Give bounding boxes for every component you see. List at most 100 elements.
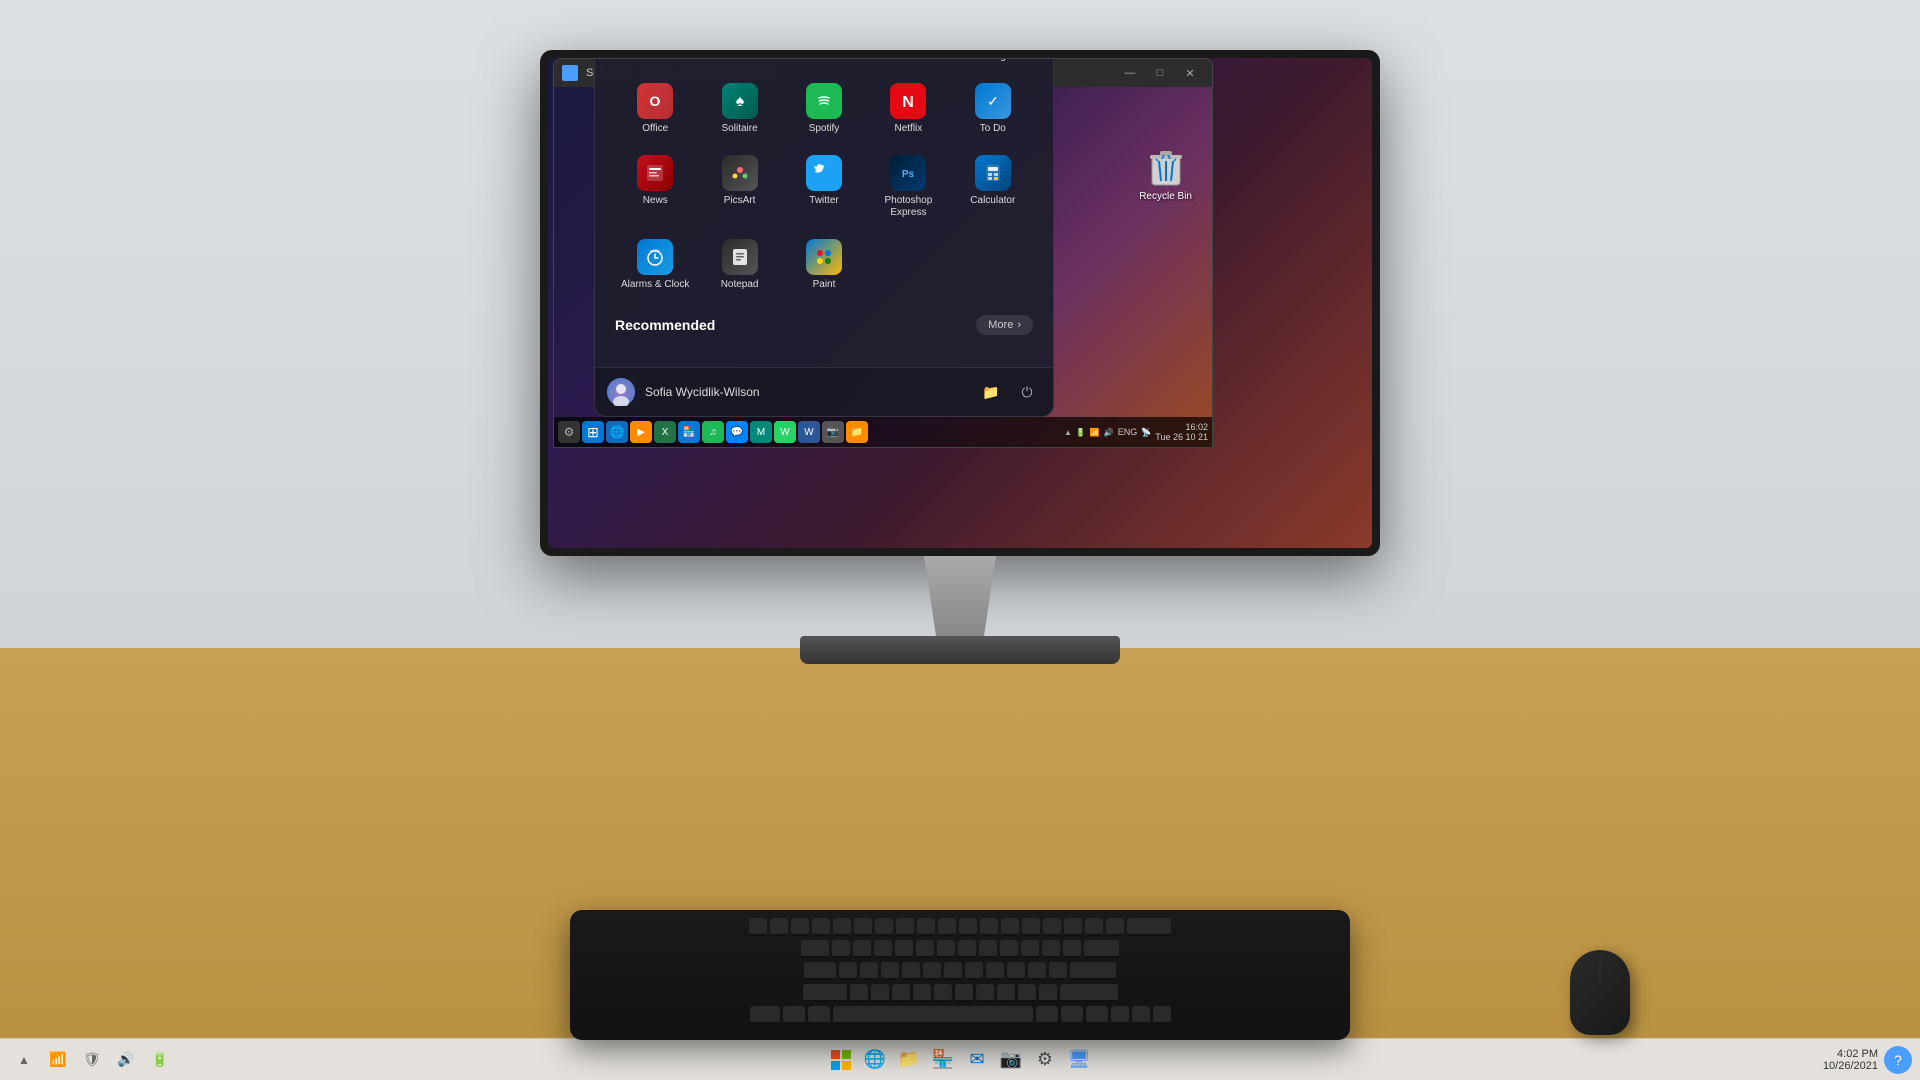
key	[1018, 984, 1036, 1002]
outer-taskbar-right: 4:02 PM 10/26/2021 ?	[1823, 1046, 1912, 1074]
more-button[interactable]: More ›	[976, 315, 1033, 335]
app-item-alarms[interactable]: Alarms & Clock	[615, 231, 695, 299]
key	[997, 984, 1015, 1002]
outer-tb-rdp[interactable]: 🖥	[1063, 1044, 1095, 1076]
key	[812, 918, 830, 936]
outer-tb-explorer[interactable]: 📁	[893, 1044, 925, 1076]
inner-tb-edge[interactable]: 🌐	[606, 421, 628, 443]
key	[917, 918, 935, 936]
app-label-spotify: Spotify	[809, 123, 840, 135]
start-menu-inner: Pinned All apps › Mail1Calendar🛍Microsof…	[595, 58, 1053, 367]
recycle-bin-label: Recycle Bin	[1139, 191, 1192, 202]
app-item-mail[interactable]: Mail	[615, 58, 695, 71]
keyboard	[570, 910, 1350, 1040]
recycle-bin[interactable]: Recycle Bin	[1139, 147, 1192, 202]
outer-tb-help[interactable]: ?	[1884, 1046, 1912, 1074]
app-icon-calculator	[975, 155, 1011, 191]
mouse	[1570, 950, 1630, 1035]
svg-text:♠: ♠	[735, 93, 744, 110]
inner-tb-messenger[interactable]: 💬	[726, 421, 748, 443]
app-item-paint[interactable]: Paint	[784, 231, 864, 299]
app-icon-netflix: N	[890, 83, 926, 119]
app-item-twitter[interactable]: Twitter	[784, 147, 864, 227]
inner-tb-spotify[interactable]: ♫	[702, 421, 724, 443]
app-item-picsart[interactable]: PicsArt	[718, 147, 762, 215]
key	[749, 918, 767, 936]
key	[1064, 918, 1082, 936]
app-item-photos[interactable]: Photos	[868, 58, 948, 71]
rdp-window-controls: — □ ✕	[1116, 62, 1204, 84]
app-label-settings: Settings	[975, 58, 1011, 63]
inner-tb-capture[interactable]: 📷	[822, 421, 844, 443]
rdp-close-button[interactable]: ✕	[1176, 62, 1204, 84]
svg-text:N: N	[903, 94, 915, 111]
inner-tb-excel[interactable]: X	[654, 421, 676, 443]
inner-taskbar: ⚙ ⊞ 🌐 ▶ X 🏪 ♫ 💬 M W W	[554, 417, 1212, 447]
app-label-mail: Mail	[646, 58, 664, 63]
outer-tb-volume[interactable]: 🔊	[110, 1044, 142, 1076]
app-item-photoshop[interactable]: Ps Photoshop Express	[868, 147, 948, 227]
app-item-calculator[interactable]: Calculator	[953, 147, 1033, 227]
outer-taskbar-left: ▲ 📶 🛡 🔊 🔋	[8, 1044, 176, 1076]
outer-tb-camera[interactable]: 📷	[995, 1044, 1027, 1076]
start-menu: Pinned All apps › Mail1Calendar🛍Microsof…	[594, 58, 1054, 417]
user-power-button[interactable]: ⏻	[1013, 378, 1041, 406]
outer-tb-store2[interactable]: 🏪	[927, 1044, 959, 1076]
key	[875, 918, 893, 936]
inner-tb-vlc[interactable]: ▶	[630, 421, 652, 443]
key	[938, 918, 956, 936]
key	[853, 940, 871, 958]
app-icon-twitter	[806, 155, 842, 191]
inner-tb-folder[interactable]: 📁	[846, 421, 868, 443]
inner-tb-settings[interactable]: ⚙	[558, 421, 580, 443]
outer-tb-battery[interactable]: 🔋	[144, 1044, 176, 1076]
key	[860, 962, 878, 980]
key	[1042, 940, 1060, 958]
monitor-bezel: Sofia-PC - Remote Desktop Connection — □…	[540, 50, 1380, 556]
rdp-window[interactable]: Sofia-PC - Remote Desktop Connection — □…	[553, 58, 1213, 448]
outer-tb-tray[interactable]: ▲	[8, 1044, 40, 1076]
outer-tb-edge[interactable]: 🌐	[859, 1044, 891, 1076]
app-label-solitaire: Solitaire	[722, 123, 758, 135]
inner-tb-word[interactable]: W	[798, 421, 820, 443]
app-item-todo[interactable]: ✓To Do	[953, 75, 1033, 143]
outer-tb-start[interactable]	[825, 1044, 857, 1076]
app-item-store[interactable]: 🛍Microsoft Store	[784, 58, 864, 71]
svg-text:✓: ✓	[987, 93, 999, 109]
inner-tb-meet[interactable]: M	[750, 421, 772, 443]
outer-tb-settings2[interactable]: ⚙	[1029, 1044, 1061, 1076]
app-label-picsart: PicsArt	[724, 195, 756, 207]
inner-tb-start[interactable]: ⊞	[582, 421, 604, 443]
app-item-news[interactable]: News	[615, 147, 695, 227]
user-actions: 📁 ⏻	[977, 378, 1041, 406]
rdp-minimize-button[interactable]: —	[1116, 62, 1144, 84]
outer-taskbar-center: 🌐 📁 🏪 ✉ 📷 ⚙ 🖥	[825, 1044, 1095, 1076]
inner-tb-whatsapp[interactable]: W	[774, 421, 796, 443]
app-item-solitaire[interactable]: ♠ Solitaire	[699, 75, 779, 143]
key	[934, 984, 952, 1002]
key	[955, 984, 973, 1002]
app-label-photoshop: Photoshop Express	[872, 195, 944, 219]
app-item-netflix[interactable]: N Netflix	[868, 75, 948, 143]
rdp-maximize-button[interactable]: □	[1146, 62, 1174, 84]
key-row-4	[578, 984, 1342, 1002]
key	[902, 962, 920, 980]
app-label-notepad: Notepad	[721, 279, 759, 291]
inner-tb-store[interactable]: 🏪	[678, 421, 700, 443]
outer-tb-mail[interactable]: ✉	[961, 1044, 993, 1076]
key	[923, 962, 941, 980]
app-item-spotify[interactable]: Spotify	[784, 75, 864, 143]
outer-tb-security[interactable]: 🛡	[76, 1044, 108, 1076]
app-item-settings[interactable]: Settings	[953, 58, 1033, 71]
app-item-notepad[interactable]: Notepad	[699, 231, 779, 299]
key-left	[1111, 1006, 1129, 1024]
outer-tb-network[interactable]: 📶	[42, 1044, 74, 1076]
app-icon-photoshop: Ps	[890, 155, 926, 191]
app-label-netflix: Netflix	[894, 123, 922, 135]
app-icon-paint	[806, 239, 842, 275]
user-file-button[interactable]: 📁	[977, 378, 1005, 406]
app-item-calendar[interactable]: 1Calendar	[699, 58, 779, 71]
svg-text:Ps: Ps	[902, 169, 915, 180]
app-item-office[interactable]: OOffice	[615, 75, 695, 143]
app-icon-picsart	[722, 155, 758, 191]
